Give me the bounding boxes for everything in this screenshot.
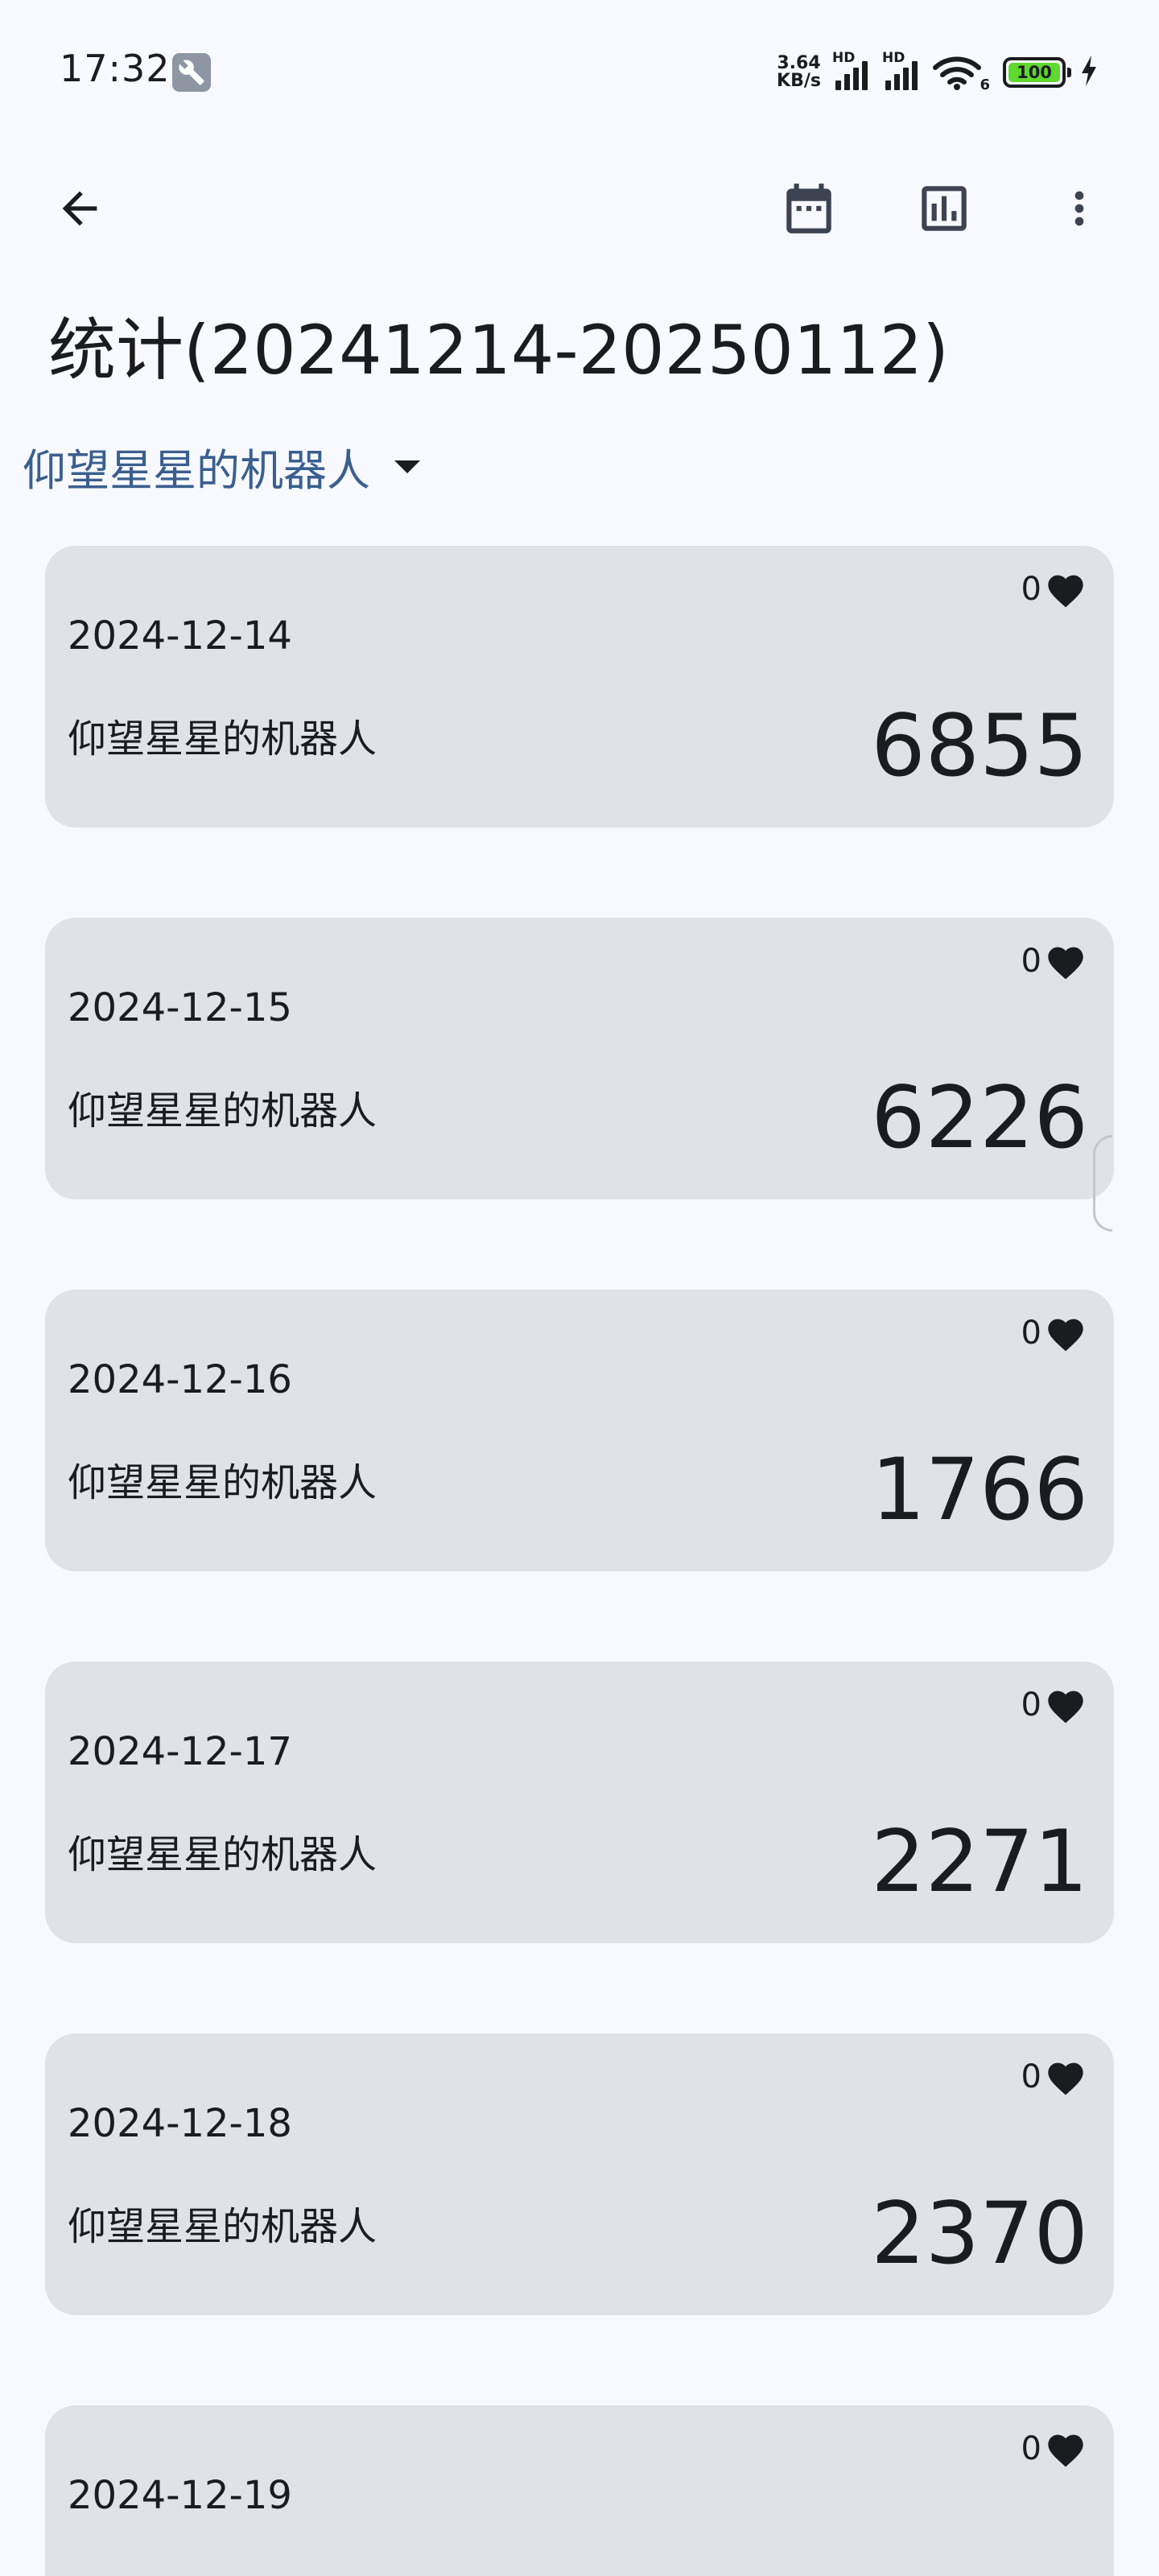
card-step-count: 2370 [871,2184,1088,2283]
screen: 17:32 3.64 KB/s HD HD 6 100 统计(20241214-… [0,0,1159,2576]
card-date: 2024-12-17 [68,1729,292,1774]
card-step-count: 6226 [871,1068,1088,1167]
card-date: 2024-12-16 [68,1357,292,1402]
heart-icon [1048,2062,1083,2095]
step-card[interactable]: 0 2024-12-14 仰望星星的机器人 6855 [45,546,1114,828]
step-card[interactable]: 0 2024-12-19 [45,2405,1114,2576]
triangle-down-icon [394,460,420,473]
like-button[interactable]: 0 [1021,942,1087,980]
wrench-icon [172,53,211,92]
like-button[interactable]: 0 [1021,2058,1087,2096]
like-button[interactable]: 0 [1021,570,1087,609]
like-button[interactable]: 0 [1021,1686,1087,1724]
like-button[interactable]: 0 [1021,2429,1087,2468]
card-step-count: 6855 [871,696,1088,795]
status-icons: 3.64 KB/s HD HD 6 100 [777,48,1098,97]
likes-count: 0 [1021,1315,1041,1352]
battery-icon: 100 [1003,57,1071,88]
card-step-count: 2271 [871,1812,1088,1911]
signal-1-icon: HD [832,50,868,90]
status-time: 17:32 [60,47,171,90]
wifi-icon: 6 [932,55,990,93]
calendar-button[interactable] [765,164,853,253]
card-user-name: 仰望星星的机器人 [68,716,377,762]
heart-icon [1048,1319,1083,1352]
card-user-name: 仰望星星的机器人 [68,1460,377,1505]
card-user-name: 仰望星星的机器人 [68,1832,377,1877]
network-speed-value: 3.64 [777,53,821,73]
page-title: 统计(20241214-20250112) [48,311,949,390]
card-step-count: 1766 [871,1440,1088,1539]
heart-icon [1048,947,1083,980]
step-card[interactable]: 0 2024-12-15 仰望星星的机器人 6226 [45,918,1114,1199]
step-card[interactable]: 0 2024-12-17 仰望星星的机器人 2271 [45,1662,1114,1943]
step-card[interactable]: 0 2024-12-16 仰望星星的机器人 1766 [45,1290,1114,1571]
sim2-hd-label: HD [882,50,905,66]
card-user-name: 仰望星星的机器人 [68,2204,377,2249]
arrow-left-icon [62,191,97,226]
user-selector-label: 仰望星星的机器人 [23,445,370,496]
signal-2-icon: HD [882,50,918,90]
network-speed: 3.64 KB/s [777,55,821,90]
card-date: 2024-12-19 [68,2473,292,2518]
edge-scroll-handle[interactable] [1093,1135,1112,1232]
more-options-button[interactable] [1035,164,1124,253]
card-date: 2024-12-14 [68,613,292,658]
calendar-icon [786,184,831,233]
sim1-hd-label: HD [832,50,856,66]
app-bar [0,153,1159,266]
card-date: 2024-12-15 [68,985,292,1030]
likes-count: 0 [1021,2058,1041,2095]
likes-count: 0 [1021,943,1041,980]
step-card[interactable]: 0 2024-12-18 仰望星星的机器人 2370 [45,2033,1114,2315]
battery-level: 100 [1008,63,1060,82]
statistics-button[interactable] [900,164,988,253]
status-bar: 17:32 3.64 KB/s HD HD 6 100 [0,0,1159,137]
wifi-band-label: 6 [980,76,990,93]
charging-icon [1080,56,1098,89]
more-vert-icon [1074,191,1084,226]
card-date: 2024-12-18 [68,2101,292,2146]
likes-count: 0 [1021,1686,1041,1724]
heart-icon [1048,575,1083,608]
user-selector-dropdown[interactable]: 仰望星星的机器人 [23,435,423,498]
bar-chart-icon [922,186,967,231]
heart-icon [1048,1690,1083,1724]
likes-count: 0 [1021,2430,1041,2467]
heart-icon [1048,2434,1083,2467]
card-user-name: 仰望星星的机器人 [68,1088,377,1133]
likes-count: 0 [1021,571,1041,608]
network-speed-unit: KB/s [777,71,821,91]
back-button[interactable] [35,164,124,253]
like-button[interactable]: 0 [1021,1314,1087,1352]
